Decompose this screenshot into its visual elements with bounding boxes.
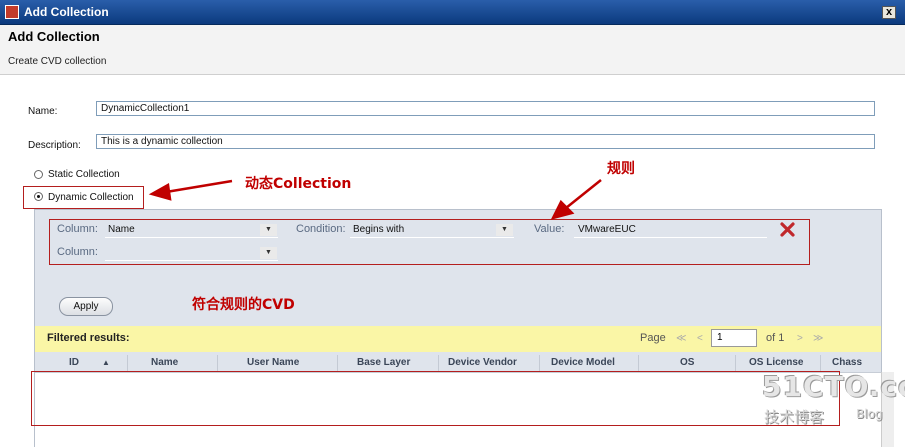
watermark-blog: Blog	[856, 407, 883, 421]
name-label: Name:	[28, 106, 58, 117]
rule-arrow-shaft	[565, 179, 602, 209]
column-header-os-license[interactable]: OS License	[749, 357, 803, 368]
static-collection-radio[interactable]	[34, 170, 43, 179]
dynamic-arrow-head	[148, 183, 172, 201]
last-page-icon[interactable]: ≫	[813, 333, 823, 344]
column-separator[interactable]	[735, 355, 736, 371]
column-header-id[interactable]: ID	[69, 357, 79, 368]
window-title: Add Collection	[24, 5, 109, 19]
dynamic-option-highlight	[23, 186, 144, 209]
column-header-name[interactable]: Name	[151, 357, 178, 368]
rule-highlight	[49, 219, 810, 265]
name-input[interactable]: DynamicCollection1	[96, 101, 875, 116]
column-separator[interactable]	[127, 355, 128, 371]
column-separator[interactable]	[820, 355, 821, 371]
page-subtitle: Create CVD collection	[8, 56, 107, 67]
results-highlight	[31, 371, 840, 426]
column-separator[interactable]	[438, 355, 439, 371]
static-collection-label[interactable]: Static Collection	[48, 169, 120, 180]
column-header-base-layer[interactable]: Base Layer	[357, 357, 410, 368]
sort-ascending-icon[interactable]: ▲	[102, 358, 110, 367]
column-header-os[interactable]: OS	[680, 357, 694, 368]
app-icon	[5, 5, 19, 19]
column-separator[interactable]	[638, 355, 639, 371]
description-label: Description:	[28, 140, 81, 151]
column-header-user-name[interactable]: User Name	[247, 357, 299, 368]
column-separator[interactable]	[539, 355, 540, 371]
close-button[interactable]: x	[882, 6, 896, 19]
page-title: Add Collection	[8, 29, 100, 44]
column-header-chassis[interactable]: Chass	[832, 357, 862, 368]
dialog-header	[0, 25, 905, 75]
page-count: of 1	[766, 332, 785, 344]
column-separator[interactable]	[217, 355, 218, 371]
prev-page-icon[interactable]: <	[697, 333, 703, 344]
window-titlebar[interactable]	[0, 0, 905, 25]
watermark-logo: 51CTO.com	[762, 370, 905, 403]
column-header-device-model[interactable]: Device Model	[551, 357, 615, 368]
filtered-results-title: Filtered results:	[47, 332, 130, 344]
column-separator[interactable]	[337, 355, 338, 371]
description-input[interactable]: This is a dynamic collection	[96, 134, 875, 149]
rule-annotation: 规则	[607, 161, 635, 177]
column-header-device-vendor[interactable]: Device Vendor	[448, 357, 517, 368]
page-label: Page	[640, 332, 666, 344]
apply-button[interactable]: Apply	[59, 297, 113, 316]
first-page-icon[interactable]: ≪	[676, 333, 686, 344]
dynamic-annotation: 动态Collection	[245, 176, 352, 192]
watermark-subtitle: 技术博客	[764, 408, 825, 426]
cvd-annotation: 符合规则的CVD	[192, 297, 295, 313]
next-page-icon[interactable]: >	[797, 333, 803, 344]
page-number-input[interactable]: 1	[711, 329, 757, 347]
dynamic-arrow-shaft	[165, 179, 233, 194]
